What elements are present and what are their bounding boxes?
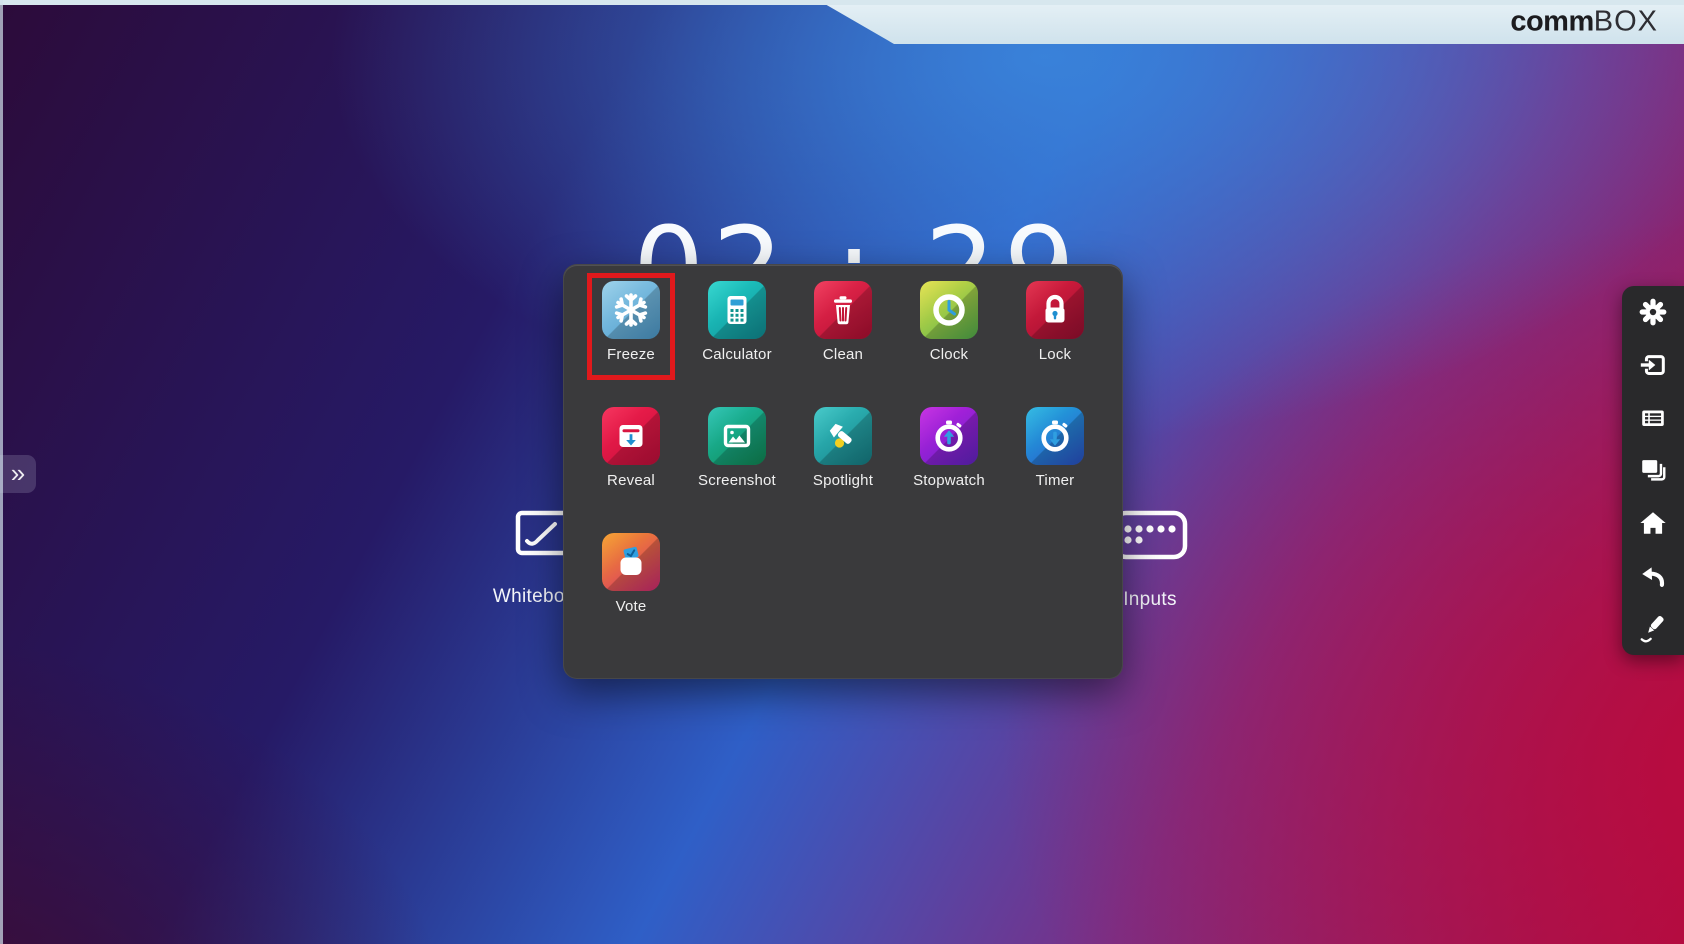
tools-panel: Freeze Calculator [563, 264, 1123, 679]
stopwatch-icon [929, 416, 969, 456]
app-label: Timer [1036, 472, 1075, 489]
app-screenshot[interactable]: Screenshot [684, 407, 790, 489]
app-label: Reveal [607, 472, 655, 489]
settings-button[interactable] [1630, 289, 1676, 335]
app-clean[interactable]: Clean [790, 281, 896, 363]
app-clock[interactable]: Clock [896, 281, 1002, 363]
left-edge-strip [0, 0, 3, 944]
inputs-label: Inputs [1123, 589, 1177, 611]
calculator-icon [717, 290, 757, 330]
reveal-shade-icon [611, 416, 651, 456]
app-lock[interactable]: Lock [1002, 281, 1108, 363]
app-label: Vote [616, 598, 647, 615]
back-button[interactable] [1630, 553, 1676, 599]
home-button[interactable] [1630, 500, 1676, 546]
annotate-button[interactable] [1630, 606, 1676, 652]
app-label: Lock [1039, 346, 1072, 363]
task-switcher-icon [1638, 455, 1668, 485]
double-chevron-right-icon: » [11, 460, 25, 486]
inputs-icon [1112, 509, 1188, 561]
app-freeze[interactable]: Freeze [578, 281, 684, 363]
commbox-home-screen: commBOX 02 : 29 Whiteboard Inputs » [0, 0, 1684, 944]
top-edge-strip [0, 0, 1684, 5]
app-spotlight[interactable]: Spotlight [790, 407, 896, 489]
app-label: Spotlight [813, 472, 873, 489]
input-source-button[interactable] [1630, 342, 1676, 388]
annotate-pen-icon [1638, 614, 1668, 644]
timer-icon [1035, 416, 1075, 456]
app-label: Calculator [702, 346, 772, 363]
spotlight-icon [823, 416, 863, 456]
app-reveal[interactable]: Reveal [578, 407, 684, 489]
top-banner: commBOX [818, 0, 1684, 44]
app-label: Clean [823, 346, 863, 363]
app-label: Clock [930, 346, 969, 363]
app-label: Stopwatch [913, 472, 985, 489]
lock-icon [1035, 290, 1075, 330]
settings-gear-icon [1638, 297, 1668, 327]
app-timer[interactable]: Timer [1002, 407, 1108, 489]
app-label: Screenshot [698, 472, 776, 489]
vote-ballot-icon [611, 542, 651, 582]
app-vote[interactable]: Vote [578, 533, 684, 615]
screenshot-icon [717, 416, 757, 456]
tools-grid: Freeze Calculator [564, 265, 1122, 631]
commbox-logo: commBOX [1510, 8, 1658, 37]
home-icon [1638, 508, 1668, 538]
logo-light-text: BOX [1594, 6, 1658, 38]
side-toolbar [1622, 286, 1684, 655]
back-icon [1638, 561, 1668, 591]
clock-icon [929, 290, 969, 330]
osd-menu-icon [1638, 403, 1668, 433]
input-source-icon [1638, 350, 1668, 380]
toolbar-expand-tab[interactable]: » [0, 455, 36, 493]
app-stopwatch[interactable]: Stopwatch [896, 407, 1002, 489]
clean-trash-icon [823, 290, 863, 330]
freeze-highlight-box [587, 273, 675, 380]
app-calculator[interactable]: Calculator [684, 281, 790, 363]
osd-menu-button[interactable] [1630, 395, 1676, 441]
task-switcher-button[interactable] [1630, 447, 1676, 493]
logo-bold-text: comm [1510, 6, 1593, 38]
